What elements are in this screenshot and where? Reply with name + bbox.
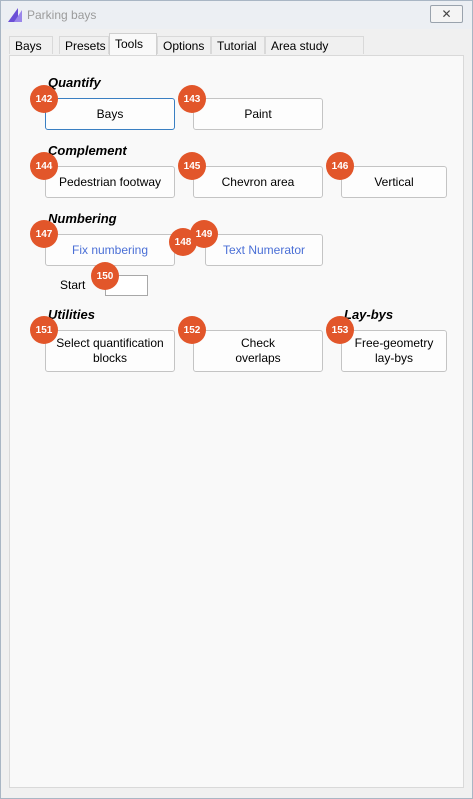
section-numbering: Numbering — [48, 211, 117, 226]
tools-panel: Quantify Bays Paint Complement Pedestria… — [9, 55, 464, 788]
marker-badge: 147 — [30, 220, 58, 248]
tab-tools[interactable]: Tools — [109, 33, 157, 55]
app-logo-icon — [8, 8, 22, 22]
check-overlaps-button[interactable]: Check overlaps — [193, 330, 323, 372]
section-laybys: Lay-bys — [344, 307, 394, 322]
marker-badge: 146 — [326, 152, 354, 180]
vertical-button[interactable]: Vertical — [341, 166, 447, 198]
section-utilities: Utilities — [48, 307, 95, 322]
marker-badge: 152 — [178, 316, 206, 344]
section-quantify: Quantify — [48, 75, 101, 90]
pedestrian-footway-button[interactable]: Pedestrian footway — [45, 166, 175, 198]
text-numerator-button[interactable]: Text Numerator — [205, 234, 323, 266]
free-geometry-laybys-button[interactable]: Free-geometry lay-bys — [341, 330, 447, 372]
marker-badge: 150 — [91, 262, 119, 290]
tab-presets[interactable]: Presets — [59, 36, 109, 54]
bays-button[interactable]: Bays — [45, 98, 175, 130]
marker-badge: 143 — [178, 85, 206, 113]
start-label: Start — [60, 278, 86, 292]
tab-area-study[interactable]: Area study [Beta] — [265, 36, 364, 71]
section-complement: Complement — [48, 143, 127, 158]
close-button[interactable]: ✕ — [430, 5, 463, 23]
marker-badge: 153 — [326, 316, 354, 344]
title-bar: Parking bays ✕ — [1, 1, 472, 29]
tab-tutorial[interactable]: Tutorial — [211, 36, 265, 54]
marker-badge: 142 — [30, 85, 58, 113]
window-title: Parking bays — [27, 8, 97, 22]
marker-badge: 149 — [190, 220, 218, 248]
chevron-area-button[interactable]: Chevron area — [193, 166, 323, 198]
select-quantification-blocks-button[interactable]: Select quantification blocks — [45, 330, 175, 372]
app-window: Parking bays ✕ Bays Presets Tools Option… — [0, 0, 473, 799]
paint-button[interactable]: Paint — [193, 98, 323, 130]
marker-badge: 151 — [30, 316, 58, 344]
tab-bays[interactable]: Bays — [9, 36, 53, 54]
tab-options[interactable]: Options — [157, 36, 211, 54]
marker-badge: 145 — [178, 152, 206, 180]
marker-badge: 144 — [30, 152, 58, 180]
fix-numbering-button[interactable]: Fix numbering — [45, 234, 175, 266]
